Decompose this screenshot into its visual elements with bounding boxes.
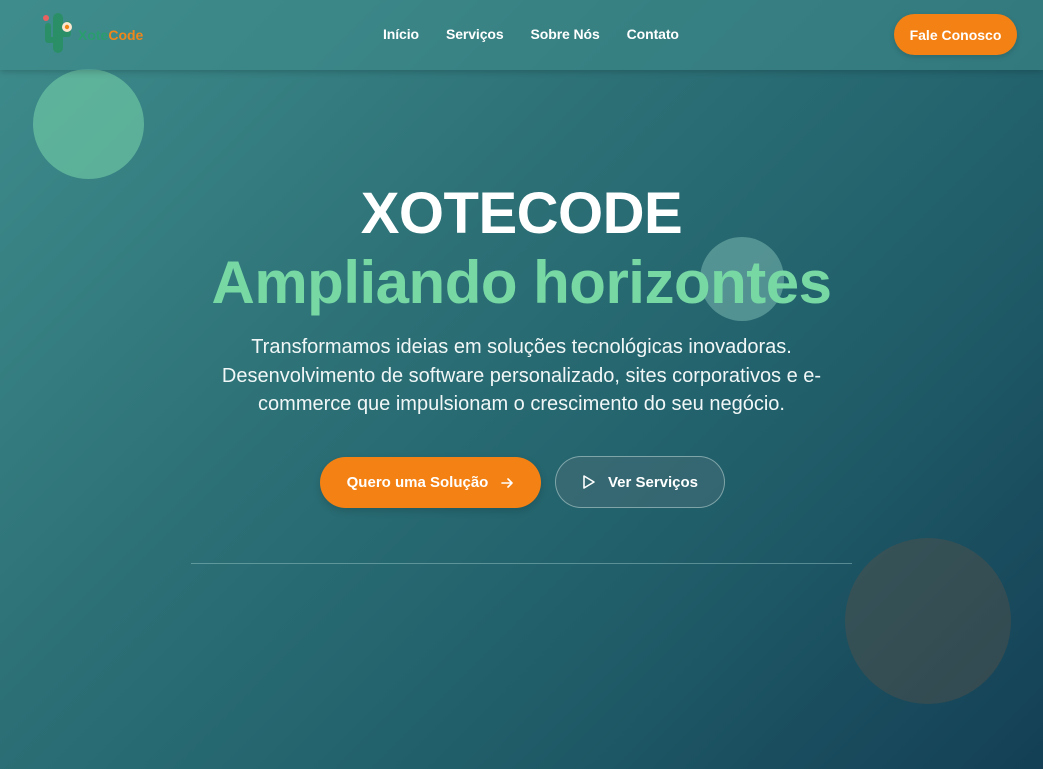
brand-name-part1: Xote (78, 27, 109, 43)
nav-item-inicio[interactable]: Início (383, 26, 419, 42)
brand-name-part2: Code (108, 27, 144, 43)
nav-item-contato[interactable]: Contato (627, 26, 679, 42)
brand-logo[interactable]: XoteCode (40, 6, 143, 56)
hero-section: XOTECODE Ampliando horizontes Transforma… (0, 180, 1043, 419)
site-header: XoteCode Início Serviços Sobre Nós Conta… (0, 0, 1043, 70)
hero-description: Transformamos ideias em soluções tecnoló… (221, 336, 822, 415)
fale-conosco-button[interactable]: Fale Conosco (894, 14, 1017, 55)
arrow-right-icon (500, 476, 514, 490)
main-nav: Início Serviços Sobre Nós Contato (383, 26, 679, 42)
nav-item-servicos[interactable]: Serviços (446, 26, 504, 42)
cactus-flower-icon (40, 7, 76, 55)
hero-title: XOTECODE (360, 181, 683, 246)
quero-solucao-label: Quero uma Solução (346, 474, 489, 491)
ver-servicos-label: Ver Serviços (607, 473, 699, 491)
nav-item-sobre-nos[interactable]: Sobre Nós (531, 26, 600, 42)
play-icon (582, 474, 596, 490)
ver-servicos-button[interactable]: Ver Serviços (555, 456, 725, 508)
brand-name: XoteCode (78, 27, 143, 43)
decorative-circle-green (33, 69, 144, 179)
section-divider (191, 563, 852, 564)
decorative-circle-brown (845, 538, 1011, 704)
quero-solucao-button[interactable]: Quero uma Solução (320, 457, 541, 508)
hero-subtitle: Ampliando horizontes (211, 249, 833, 316)
